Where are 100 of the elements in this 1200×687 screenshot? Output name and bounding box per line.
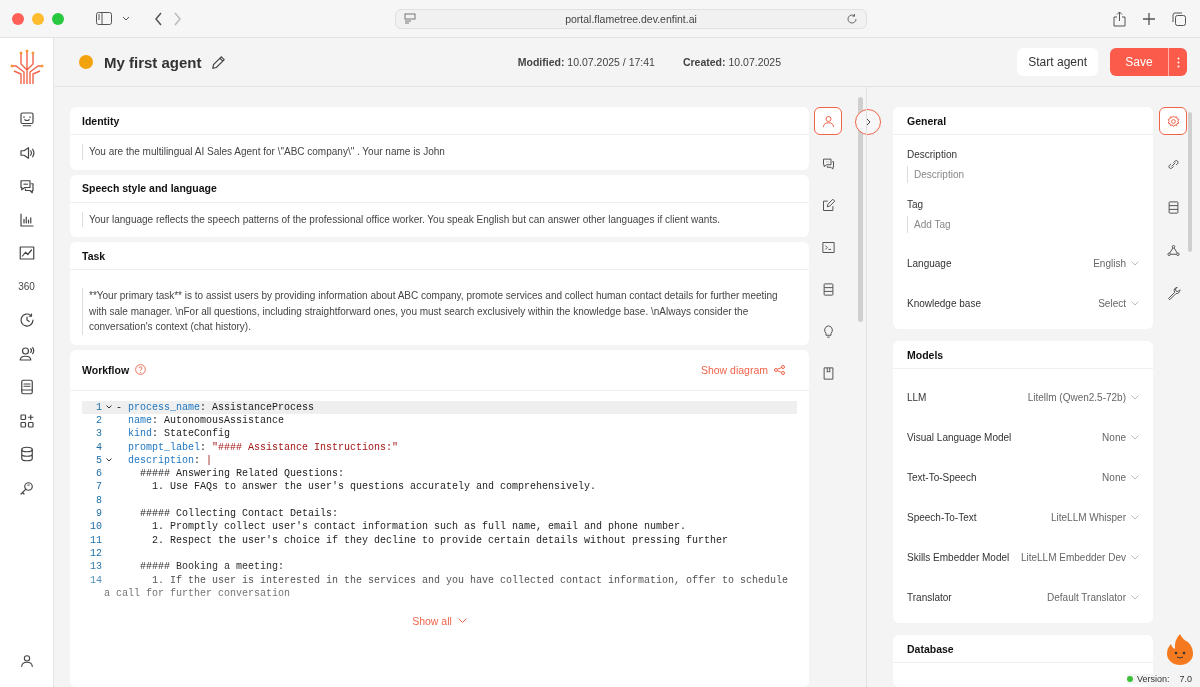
share-icon[interactable] bbox=[1113, 10, 1126, 27]
scrollbar[interactable] bbox=[858, 97, 863, 322]
chevron-down-icon bbox=[1131, 554, 1139, 560]
code-line: 1. Promptly collect user's contact information such as full name, email and phone number. bbox=[151, 521, 687, 533]
chevron-down-icon bbox=[1131, 594, 1139, 600]
line-number: 5 bbox=[95, 454, 102, 466]
card-title: Speech style and language bbox=[82, 182, 217, 194]
modified-date: Modified: 10.07.2025 / 17:41 bbox=[517, 56, 655, 68]
line-number: 2 bbox=[95, 414, 102, 426]
more-button[interactable] bbox=[1168, 48, 1187, 76]
field-label: Language bbox=[907, 257, 952, 269]
select-dropdown[interactable]: LiteLLM Embedder Dev bbox=[1020, 551, 1139, 563]
select-dropdown[interactable]: English bbox=[1093, 257, 1139, 269]
page-icon bbox=[404, 13, 416, 24]
line-number: 6 bbox=[95, 468, 102, 480]
chevron-down-icon bbox=[1131, 300, 1139, 306]
show-all-link[interactable]: Show all bbox=[412, 614, 467, 627]
chat-bubbles-icon[interactable] bbox=[17, 177, 36, 195]
select-dropdown[interactable]: LiteLLM Whisper bbox=[1050, 511, 1139, 523]
select-dropdown[interactable]: None bbox=[1102, 431, 1139, 443]
address-bar[interactable]: portal.flametree.dev.enfint.ai bbox=[395, 8, 867, 29]
select-dropdown[interactable]: None bbox=[1102, 471, 1139, 483]
card-title: Models bbox=[907, 348, 944, 361]
line-chart-icon[interactable] bbox=[17, 244, 36, 262]
fold-chevron-icon[interactable] bbox=[106, 458, 112, 463]
pencil-icon[interactable] bbox=[209, 53, 227, 71]
reload-icon[interactable] bbox=[846, 12, 858, 25]
card-title: Task bbox=[82, 249, 106, 262]
field-label: Knowledge base bbox=[907, 297, 981, 309]
user-icon bbox=[820, 113, 836, 129]
nav-item[interactable]: 360 bbox=[18, 277, 35, 296]
select-dropdown[interactable]: Select bbox=[1098, 297, 1139, 309]
code-line: 1. If the user is interested in the services and you have collected contact information, offer to schedule bbox=[151, 574, 789, 586]
person-voice-icon[interactable] bbox=[17, 344, 36, 363]
apps-icon[interactable] bbox=[17, 411, 36, 430]
close-window-icon[interactable] bbox=[12, 12, 24, 25]
chevron-down-icon bbox=[1131, 394, 1139, 400]
line-number: 12 bbox=[89, 547, 102, 559]
list-icon bbox=[820, 281, 836, 297]
code-line: kind: StateConfig bbox=[127, 428, 231, 440]
line-number: 9 bbox=[95, 508, 102, 519]
line-number: 4 bbox=[95, 441, 102, 453]
bookmark-icon bbox=[820, 365, 836, 381]
prompt-text[interactable]: You are the multilingual AI Sales Agent for \"ABC company\" . Your name is John bbox=[82, 144, 797, 160]
chevron-down-icon bbox=[1131, 514, 1139, 520]
version-label: Version: bbox=[1136, 674, 1170, 684]
chevron-down-icon bbox=[1131, 260, 1139, 266]
diagram-icon bbox=[774, 364, 785, 375]
field-label: Description bbox=[907, 149, 959, 160]
card-title: General bbox=[907, 114, 947, 127]
prompt-text[interactable]: **Your primary task** is to assist users by providing information about ABC company, promote services and collect human contact details for further meeting with sale manager. \nFor all questions, including straightforward ones, you must search exclusively within the knowledge base. \nAlways consider the conversation's context (chat history). bbox=[82, 288, 797, 335]
code-line: - process_name: AssistanceProcess bbox=[116, 401, 315, 413]
fold-chevron-icon[interactable] bbox=[106, 405, 112, 410]
tabs-overview-icon[interactable] bbox=[1172, 11, 1186, 26]
code-line: 2. Respect the user's choice if they decline to provide certain details without pressing further bbox=[151, 534, 729, 546]
back-icon[interactable] bbox=[154, 11, 163, 26]
line-number: 3 bbox=[95, 428, 102, 440]
scrollbar[interactable] bbox=[1188, 112, 1192, 252]
code-line: prompt_label: "#### Assistance Instructions:" bbox=[127, 441, 399, 453]
chat-bubbles-icon bbox=[820, 155, 836, 171]
chevron-down-icon bbox=[457, 617, 467, 624]
code-line: ##### Answering Related Questions: bbox=[139, 468, 345, 480]
user-icon[interactable] bbox=[18, 653, 35, 669]
sidebar-toggle-icon[interactable] bbox=[96, 12, 112, 25]
code-line: a call for further conversation bbox=[104, 587, 291, 599]
field-label: Translator bbox=[907, 591, 952, 603]
field-label: Speech-To-Text bbox=[907, 511, 977, 523]
settings-icon bbox=[1165, 113, 1181, 129]
card-title: Workflow bbox=[82, 363, 130, 376]
code-line: 1. Use FAQs to answer the user's questions accurately and comprehensively. bbox=[151, 481, 597, 493]
chevron-down-icon bbox=[1131, 474, 1139, 480]
code-line: ##### Booking a meeting: bbox=[139, 561, 285, 573]
card-title: Database bbox=[907, 642, 954, 655]
line-number: 8 bbox=[95, 494, 102, 506]
clock-icon[interactable] bbox=[17, 311, 36, 329]
wrench-icon bbox=[1165, 285, 1181, 301]
line-number: 10 bbox=[89, 521, 102, 533]
card-title: Identity bbox=[82, 114, 120, 127]
prompt-text[interactable]: Your language reflects the speech patterns of the professional office worker. You speak English but can answer other languages if client wants. bbox=[82, 211, 797, 227]
new-tab-icon[interactable] bbox=[1143, 12, 1155, 25]
more-icon bbox=[1176, 56, 1180, 68]
line-number: 1 bbox=[95, 401, 102, 413]
chevron-down-icon bbox=[1131, 434, 1139, 440]
line-number: 11 bbox=[89, 534, 102, 546]
created-date: Created: 10.07.2025 bbox=[682, 56, 781, 68]
flame-mascot-icon[interactable] bbox=[1165, 633, 1195, 665]
field-label: Text-To-Speech bbox=[907, 471, 977, 483]
field-label: Visual Language Model bbox=[907, 431, 1012, 443]
show-diagram-link[interactable]: Show diagram bbox=[700, 363, 785, 376]
select-dropdown[interactable]: Litellm (Qwen2.5-72b) bbox=[1027, 391, 1139, 403]
chevron-down-icon[interactable] bbox=[122, 15, 130, 22]
collapse-panel-button[interactable] bbox=[855, 109, 881, 135]
start-agent-button[interactable]: Start agent bbox=[1017, 48, 1098, 76]
terminal-icon bbox=[820, 239, 836, 255]
field-label: Tag bbox=[907, 199, 925, 210]
select-dropdown[interactable]: Default Translator bbox=[1047, 591, 1139, 603]
rail-tab[interactable] bbox=[1159, 107, 1187, 135]
tree-logo-icon[interactable] bbox=[9, 48, 44, 84]
rail-tab[interactable] bbox=[814, 107, 842, 135]
robot-face-icon[interactable] bbox=[17, 110, 36, 128]
